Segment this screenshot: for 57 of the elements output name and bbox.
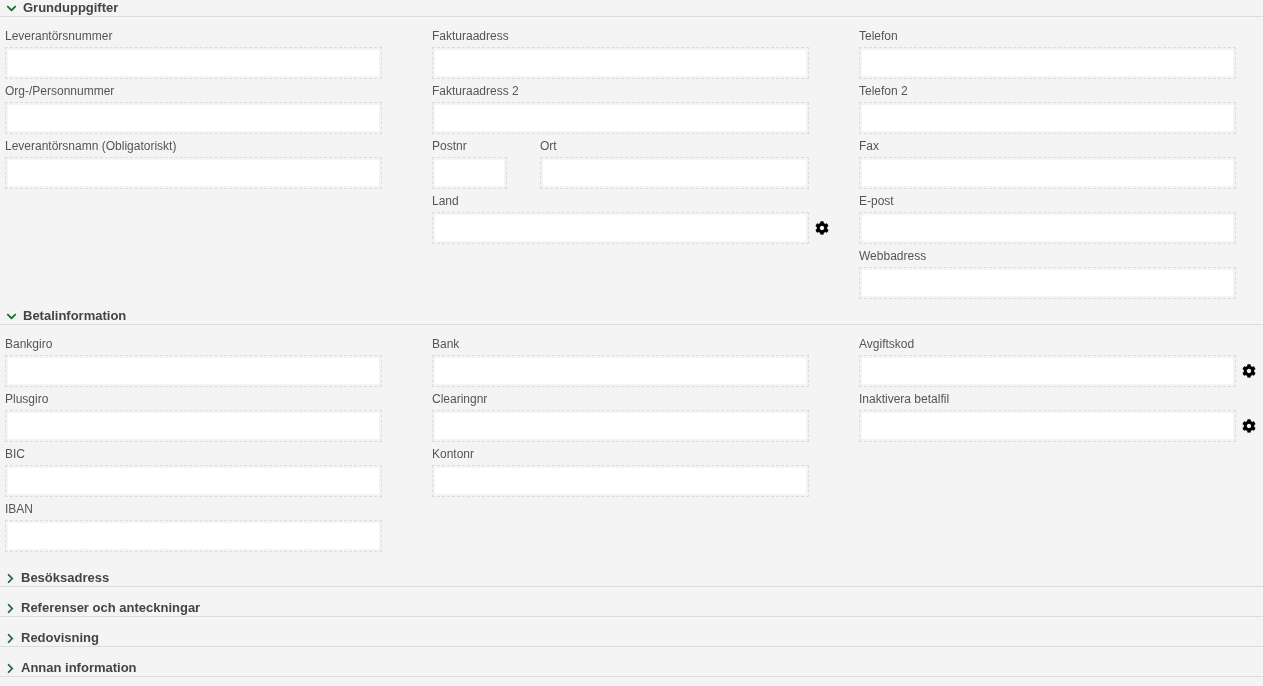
input-field[interactable] <box>540 157 809 189</box>
field-label: IBAN <box>5 502 34 516</box>
chevron-right-icon <box>6 662 15 674</box>
field-label: Avgiftskod <box>859 337 916 351</box>
input-field[interactable] <box>859 47 1236 79</box>
input-field[interactable] <box>5 47 382 79</box>
field-label: Webbadress <box>859 249 928 263</box>
input-field[interactable] <box>859 157 1236 189</box>
input-field[interactable] <box>5 102 382 134</box>
field-label: Org-/Personnummer <box>5 84 116 98</box>
field-label: Telefon <box>859 29 899 43</box>
field-label: E-post <box>859 194 895 208</box>
field-label: Kontonr <box>432 447 476 461</box>
section-header[interactable]: Referenser och anteckningar <box>0 600 1263 617</box>
input-field[interactable] <box>432 212 809 244</box>
field-label: BIC <box>5 447 26 461</box>
section-header[interactable]: Grunduppgifter <box>0 0 1263 17</box>
input-field[interactable] <box>432 102 809 134</box>
field-label: Fakturaadress <box>432 29 510 43</box>
chevron-right-icon <box>6 572 15 584</box>
input-field[interactable] <box>5 355 382 387</box>
input-field[interactable] <box>859 267 1236 299</box>
field-label: Inaktivera betalfil <box>859 392 951 406</box>
input-field[interactable] <box>432 47 809 79</box>
field-label: Plusgiro <box>5 392 50 406</box>
input-field[interactable] <box>859 355 1236 387</box>
section-header[interactable]: Besöksadress <box>0 570 1263 587</box>
field-label: Fax <box>859 139 880 153</box>
input-field[interactable] <box>859 212 1236 244</box>
field-label: Land <box>432 194 460 208</box>
input-field[interactable] <box>5 465 382 497</box>
section-header[interactable]: Annan information <box>0 660 1263 677</box>
field-label: Bank <box>432 337 461 351</box>
settings-icon[interactable] <box>1242 364 1256 378</box>
field-label: Leverantörsnamn (Obligatoriskt) <box>5 139 178 153</box>
chevron-right-icon <box>6 602 15 614</box>
input-field[interactable] <box>5 410 382 442</box>
input-field[interactable] <box>432 465 809 497</box>
field-label: Clearingnr <box>432 392 489 406</box>
field-label: Telefon 2 <box>859 84 909 98</box>
input-field[interactable] <box>432 410 809 442</box>
field-label: Fakturaadress 2 <box>432 84 520 98</box>
section-header[interactable]: Redovisning <box>0 630 1263 647</box>
input-field[interactable] <box>5 520 382 552</box>
input-field[interactable] <box>432 157 507 189</box>
input-field[interactable] <box>5 157 382 189</box>
field-label: Leverantörsnummer <box>5 29 114 43</box>
field-label: Ort <box>540 139 558 153</box>
settings-icon[interactable] <box>815 221 829 235</box>
section-header[interactable]: Betalinformation <box>0 308 1263 325</box>
settings-icon[interactable] <box>1242 419 1256 433</box>
chevron-right-icon <box>6 632 15 644</box>
input-field[interactable] <box>432 355 809 387</box>
field-label: Bankgiro <box>5 337 54 351</box>
input-field[interactable] <box>859 102 1236 134</box>
input-field[interactable] <box>859 410 1236 442</box>
field-label: Postnr <box>432 139 468 153</box>
